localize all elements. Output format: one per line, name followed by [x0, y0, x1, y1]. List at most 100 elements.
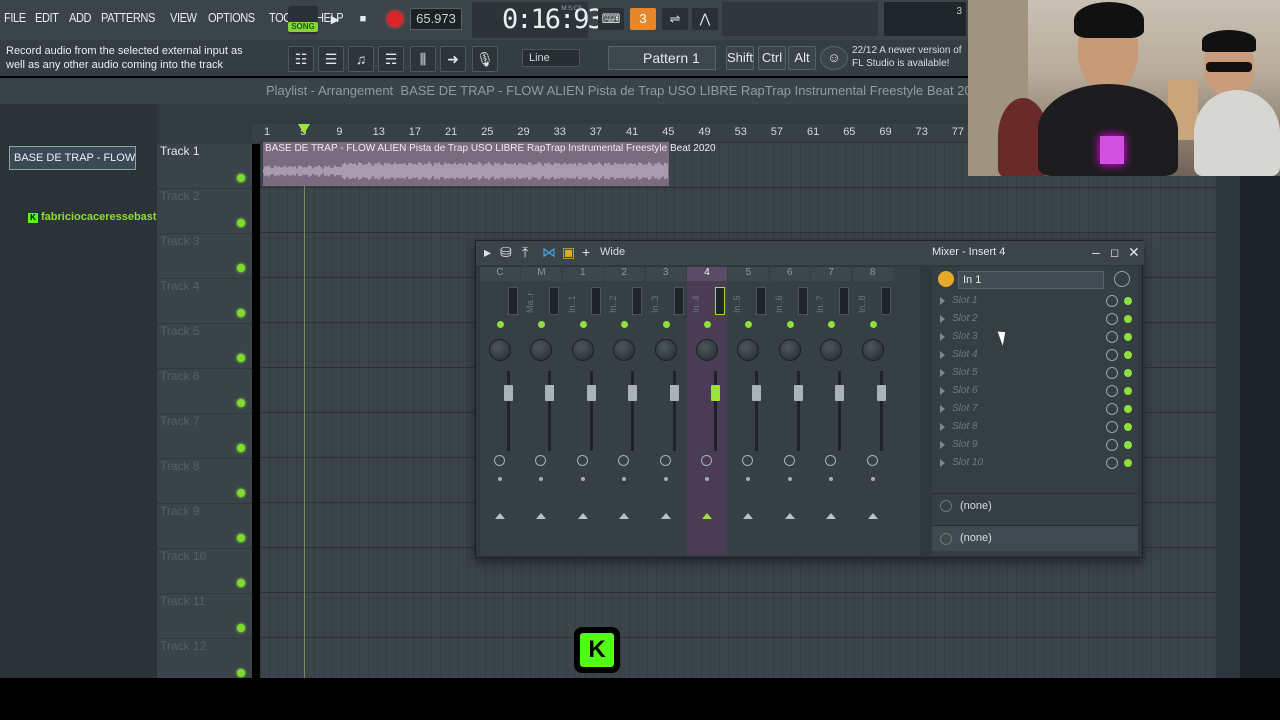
track-mute-led[interactable]: [237, 489, 245, 497]
effect-slot[interactable]: Slot 4: [932, 347, 1138, 365]
strip-enable-led[interactable]: [869, 321, 877, 328]
slot-enable-led[interactable]: [1124, 333, 1132, 341]
effect-slot[interactable]: Slot 9: [932, 437, 1138, 455]
send-arrow-icon[interactable]: [867, 513, 878, 519]
stereo-separation-icon[interactable]: [618, 455, 630, 466]
slot-expand-icon[interactable]: [940, 297, 945, 305]
slot-mix-knob[interactable]: [1106, 295, 1118, 307]
track-mute-led[interactable]: [237, 174, 245, 182]
send-arrow-icon[interactable]: [619, 513, 630, 519]
volume-fader[interactable]: [711, 385, 720, 401]
pan-knob[interactable]: [489, 339, 511, 361]
stereo-separation-icon[interactable]: [576, 455, 588, 466]
mixer-strip[interactable]: 1 In..1: [562, 267, 603, 555]
typing-keyboard-icon[interactable]: ⌨: [598, 8, 624, 30]
strip-enable-led[interactable]: [662, 321, 670, 328]
strip-enable-led[interactable]: [786, 321, 794, 328]
effect-slot[interactable]: Slot 6: [932, 383, 1138, 401]
mixer-strip[interactable]: 6 In..6: [769, 267, 810, 555]
pan-knob[interactable]: [696, 339, 718, 361]
strip-enable-led[interactable]: [828, 321, 836, 328]
pan-knob[interactable]: [820, 339, 843, 361]
mixer-strip[interactable]: 7 In..7: [811, 267, 852, 555]
mixer-strip[interactable]: M Ma..r: [521, 267, 562, 555]
layout-icon[interactable]: ▣: [562, 244, 575, 261]
track-header[interactable]: Track 4: [157, 279, 252, 324]
send-arrow-icon[interactable]: [536, 513, 547, 519]
step-edit-icon[interactable]: ⇌: [662, 8, 688, 30]
next-window-button[interactable]: ➜: [440, 46, 466, 72]
mixer-strip[interactable]: C: [480, 267, 520, 555]
metronome-icon[interactable]: ⋀: [692, 8, 718, 30]
piano-roll-button[interactable]: ♫: [348, 46, 374, 72]
route-dot[interactable]: [705, 477, 709, 481]
close-icon[interactable]: ✕: [1128, 244, 1140, 261]
slot-enable-led[interactable]: [1124, 315, 1132, 323]
track-header[interactable]: Track 9: [157, 504, 252, 549]
slot-enable-led[interactable]: [1124, 459, 1132, 467]
effect-slot[interactable]: Slot 5: [932, 365, 1138, 383]
strip-enable-led[interactable]: [497, 321, 504, 328]
playhead[interactable]: [304, 142, 305, 678]
image-line-icon[interactable]: ☺: [820, 46, 848, 70]
slot-enable-led[interactable]: [1124, 297, 1132, 305]
route-dot[interactable]: [870, 477, 875, 481]
track-mute-led[interactable]: [237, 534, 245, 542]
countdown-icon[interactable]: 3: [630, 8, 656, 30]
pan-knob[interactable]: [737, 339, 760, 361]
menu-options[interactable]: OPTIONS: [208, 10, 255, 25]
volume-fader[interactable]: [835, 385, 845, 401]
effect-slot[interactable]: Slot 1: [932, 293, 1138, 311]
playlist-scrollbar[interactable]: [1216, 176, 1240, 678]
volume-fader[interactable]: [752, 385, 762, 401]
strip-enable-led[interactable]: [621, 321, 629, 328]
stereo-separation-icon[interactable]: [535, 455, 547, 466]
slot-expand-icon[interactable]: [940, 369, 945, 377]
record-button[interactable]: [382, 8, 408, 30]
volume-fader[interactable]: [669, 385, 679, 401]
clock-icon[interactable]: [1114, 271, 1130, 287]
volume-fader[interactable]: [793, 385, 803, 401]
recording-button[interactable]: 🎙: [472, 46, 498, 72]
timeline-ruler[interactable]: 1 5 9 13 17 21 25 29 33 37 41 45 49 53 57 61 65 69 73 77: [252, 124, 968, 142]
slot-expand-icon[interactable]: [940, 459, 945, 467]
pan-knob[interactable]: [778, 339, 801, 361]
route-dot[interactable]: [663, 477, 668, 481]
pan-knob[interactable]: [861, 339, 884, 361]
menu-patterns[interactable]: PATTERNS: [101, 10, 155, 25]
stereo-separation-icon[interactable]: [701, 455, 712, 466]
volume-fader[interactable]: [876, 385, 886, 401]
alt-modifier[interactable]: Alt: [788, 46, 816, 70]
track-header[interactable]: Track 10: [157, 549, 252, 594]
eq-row[interactable]: (none): [932, 493, 1138, 519]
slot-mix-knob[interactable]: [1106, 457, 1118, 469]
route-dot[interactable]: [787, 477, 792, 481]
send-arrow-icon[interactable]: [743, 513, 754, 519]
upload-icon[interactable]: ⤒: [522, 244, 528, 261]
track-mute-led[interactable]: [237, 264, 245, 272]
mixer-strip[interactable]: 4 In..4: [687, 267, 727, 555]
slot-mix-knob[interactable]: [1106, 385, 1118, 397]
pan-knob[interactable]: [613, 339, 636, 361]
link-icon[interactable]: ⋈: [542, 244, 556, 261]
send-arrow-icon[interactable]: [784, 513, 795, 519]
send-arrow-icon[interactable]: [660, 513, 671, 519]
slot-expand-icon[interactable]: [940, 423, 945, 431]
volume-fader[interactable]: [628, 385, 638, 401]
slot-mix-knob[interactable]: [1106, 439, 1118, 451]
mixer-strip[interactable]: 3 In..3: [645, 267, 686, 555]
minimize-icon[interactable]: –: [1092, 244, 1100, 260]
menu-add[interactable]: ADD: [69, 10, 91, 25]
slot-mix-knob[interactable]: [1106, 349, 1118, 361]
track-header[interactable]: Track 5: [157, 324, 252, 369]
stereo-separation-icon[interactable]: [659, 455, 671, 466]
track-mute-led[interactable]: [237, 219, 245, 227]
disk-icon[interactable]: ⛁: [500, 244, 512, 261]
effect-slot[interactable]: Slot 7: [932, 401, 1138, 419]
track-mute-led[interactable]: [237, 399, 245, 407]
route-dot[interactable]: [622, 477, 627, 481]
track-header[interactable]: Track 1: [157, 144, 252, 189]
pan-knob[interactable]: [571, 339, 594, 361]
news-panel[interactable]: 22/12 A newer version of FL Studio is av…: [852, 44, 968, 70]
pattern-selector[interactable]: Pattern 1: [608, 46, 716, 70]
